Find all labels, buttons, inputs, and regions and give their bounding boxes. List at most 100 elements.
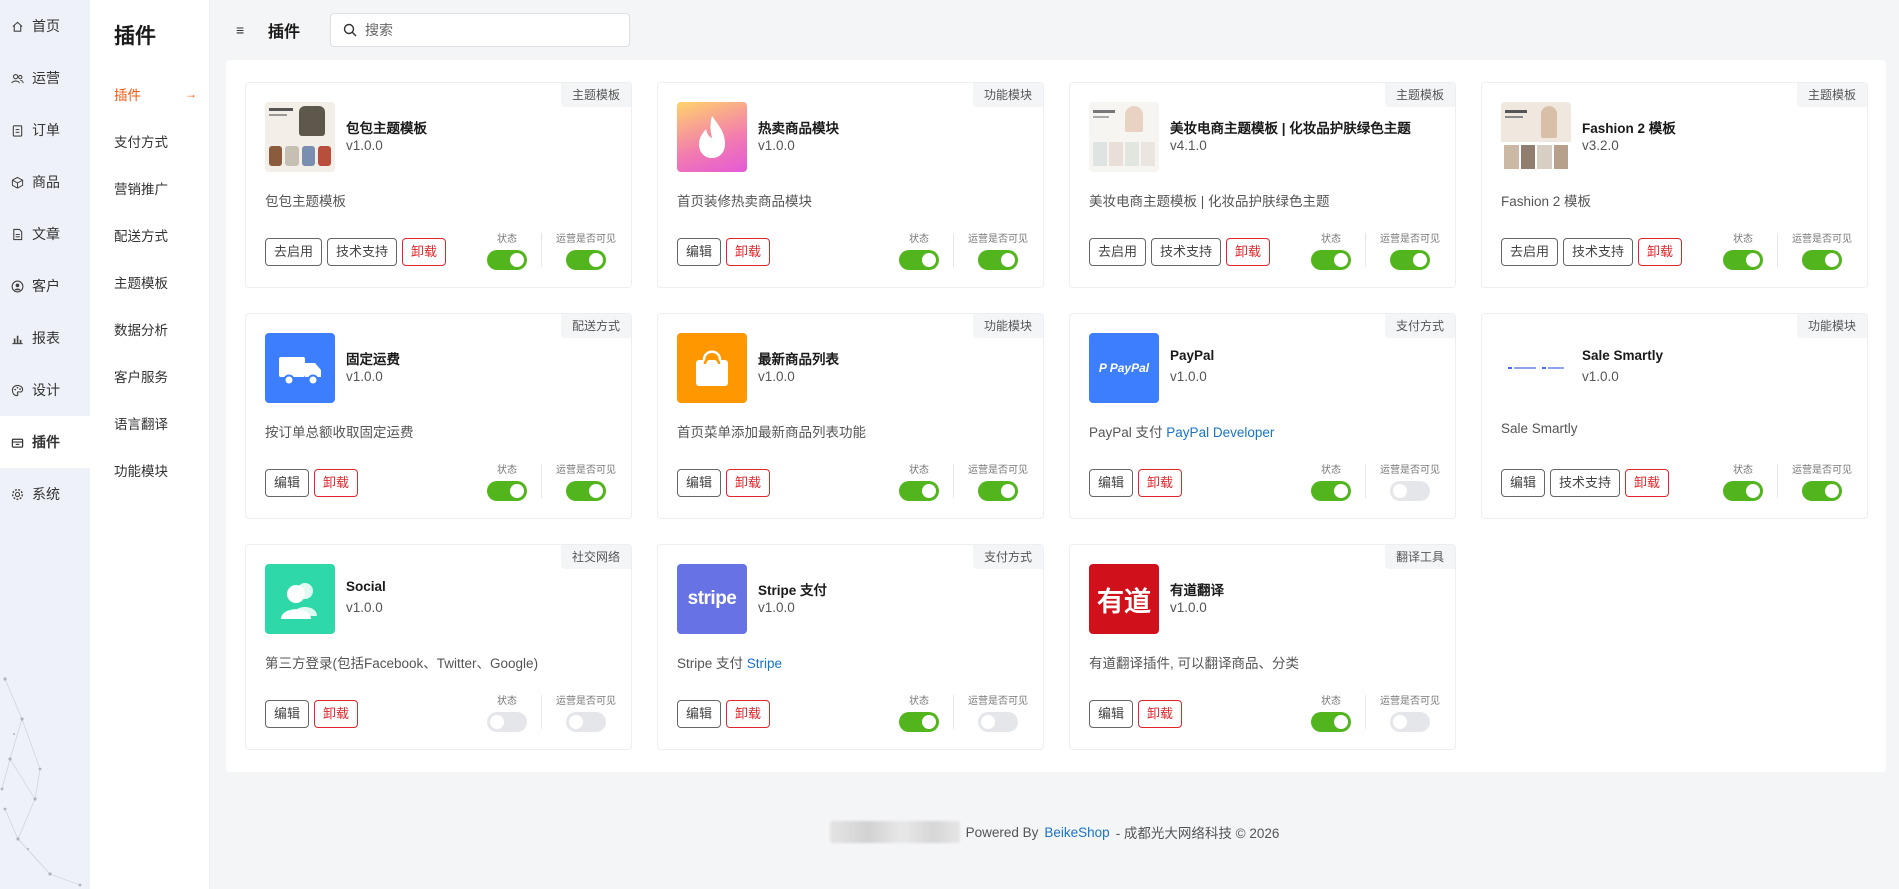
visibility-toggle[interactable] bbox=[566, 481, 606, 501]
primary-action-button[interactable]: 编辑 bbox=[265, 700, 310, 728]
uninstall-button[interactable]: 卸载 bbox=[314, 469, 359, 497]
plugin-card: 社交网络 Social v1.0.0 第三方登录(包括Facebook、Twitter… bbox=[245, 544, 632, 750]
subnav-item-4[interactable]: 主题模板 bbox=[90, 258, 209, 305]
status-toggle[interactable] bbox=[899, 481, 939, 501]
status-label: 状态 bbox=[1733, 465, 1753, 476]
plugin-card: 支付方式 P PayPal PayPal v1.0.0 PayPal 支付 PayPal… bbox=[1069, 313, 1456, 519]
plugin-toggles: 状态 运营是否可见 bbox=[899, 233, 1028, 270]
primary-action-button[interactable]: 去启用 bbox=[265, 238, 323, 266]
plugin-toggles: 状态 运营是否可见 bbox=[487, 695, 616, 732]
subnav-item-0[interactable]: 插件 → bbox=[90, 70, 209, 117]
status-toggle[interactable] bbox=[899, 250, 939, 270]
rail-item-7[interactable]: 设计 bbox=[0, 364, 90, 416]
visibility-label: 运营是否可见 bbox=[1380, 696, 1440, 707]
uninstall-button[interactable]: 卸载 bbox=[402, 238, 447, 266]
support-button[interactable]: 技术支持 bbox=[1151, 238, 1222, 266]
action-buttons: 编辑 卸载 bbox=[677, 469, 771, 497]
rail-item-5[interactable]: 客户 bbox=[0, 260, 90, 312]
support-button[interactable]: 技术支持 bbox=[1563, 238, 1634, 266]
plugin-card: 支付方式 stripe Stripe 支付 v1.0.0 Stripe 支付 Strip… bbox=[657, 544, 1044, 750]
plugin-toggles: 状态 运营是否可见 bbox=[1723, 464, 1852, 501]
rail-item-3[interactable]: 商品 bbox=[0, 156, 90, 208]
plugin-description: Fashion 2 模板 bbox=[1501, 190, 1591, 210]
rail-item-8[interactable]: 插件 bbox=[0, 416, 90, 468]
subnav-item-3[interactable]: 配送方式 bbox=[90, 211, 209, 258]
primary-action-button[interactable]: 编辑 bbox=[1089, 469, 1134, 497]
action-buttons: 编辑 卸载 bbox=[265, 469, 359, 497]
uninstall-button[interactable]: 卸载 bbox=[1625, 469, 1670, 497]
subnav-item-5[interactable]: 数据分析 bbox=[90, 305, 209, 352]
rail-item-9[interactable]: 系统 bbox=[0, 468, 90, 520]
status-toggle[interactable] bbox=[487, 712, 527, 732]
subnav-item-6[interactable]: 客户服务 bbox=[90, 352, 209, 399]
rail-item-1[interactable]: 运营 bbox=[0, 52, 90, 104]
uninstall-button[interactable]: 卸载 bbox=[1138, 700, 1183, 728]
description-text: 有道翻译插件, 可以翻译商品、分类 bbox=[1089, 656, 1300, 671]
primary-action-button[interactable]: 去启用 bbox=[1501, 238, 1559, 266]
plugin-thumbnail bbox=[677, 102, 747, 172]
user-circle-icon bbox=[10, 279, 24, 293]
status-toggle[interactable] bbox=[1311, 481, 1351, 501]
search-icon bbox=[343, 23, 357, 37]
uninstall-button[interactable]: 卸载 bbox=[726, 469, 771, 497]
uninstall-button[interactable]: 卸载 bbox=[1226, 238, 1271, 266]
status-toggle[interactable] bbox=[899, 712, 939, 732]
home-icon bbox=[10, 19, 24, 33]
status-toggle[interactable] bbox=[1723, 481, 1763, 501]
visibility-toggle[interactable] bbox=[1390, 712, 1430, 732]
uninstall-button[interactable]: 卸载 bbox=[314, 700, 359, 728]
status-toggle[interactable] bbox=[1311, 712, 1351, 732]
visibility-label: 运营是否可见 bbox=[556, 696, 616, 707]
plugin-card: 功能模块 热卖商品模块 v1.0.0 首页装修热卖商品模块 编辑 卸载 状态 运营是否可见 bbox=[657, 82, 1044, 288]
status-toggle[interactable] bbox=[1723, 250, 1763, 270]
visibility-toggle[interactable] bbox=[978, 712, 1018, 732]
toggle-divider bbox=[953, 695, 954, 729]
plugin-thumbnail bbox=[265, 564, 335, 634]
rail-item-0[interactable]: 首页 bbox=[0, 0, 90, 52]
description-link[interactable]: PayPal Developer bbox=[1166, 425, 1274, 440]
rail-item-6[interactable]: 报表 bbox=[0, 312, 90, 364]
uninstall-button[interactable]: 卸载 bbox=[1138, 469, 1183, 497]
visibility-toggle[interactable] bbox=[1390, 481, 1430, 501]
description-link[interactable]: Stripe bbox=[747, 656, 782, 671]
primary-action-button[interactable]: 编辑 bbox=[677, 238, 722, 266]
page-title: 插件 bbox=[268, 24, 301, 41]
primary-action-button[interactable]: 编辑 bbox=[677, 469, 722, 497]
visibility-toggle[interactable] bbox=[566, 712, 606, 732]
subnav-item-1[interactable]: 支付方式 bbox=[90, 117, 209, 164]
plugin-name: Fashion 2 模板 bbox=[1582, 121, 1676, 136]
search-input[interactable] bbox=[365, 22, 606, 38]
primary-action-button[interactable]: 去启用 bbox=[1089, 238, 1147, 266]
status-toggle[interactable] bbox=[487, 250, 527, 270]
uninstall-button[interactable]: 卸载 bbox=[726, 238, 771, 266]
category-tag: 支付方式 bbox=[972, 545, 1043, 569]
visibility-toggle[interactable] bbox=[1802, 250, 1842, 270]
visibility-toggle[interactable] bbox=[978, 481, 1018, 501]
visibility-toggle[interactable] bbox=[566, 250, 606, 270]
uninstall-button[interactable]: 卸载 bbox=[1638, 238, 1683, 266]
footer-brand-link[interactable]: BeikeShop bbox=[1044, 825, 1109, 840]
status-toggle[interactable] bbox=[1311, 250, 1351, 270]
menu-toggle-icon[interactable]: ≡ bbox=[236, 22, 256, 38]
rail-item-4[interactable]: 文章 bbox=[0, 208, 90, 260]
primary-action-button[interactable]: 编辑 bbox=[677, 700, 722, 728]
primary-action-button[interactable]: 编辑 bbox=[1501, 469, 1546, 497]
subnav-item-8[interactable]: 功能模块 bbox=[90, 446, 209, 493]
support-button[interactable]: 技术支持 bbox=[327, 238, 398, 266]
subnav-item-2[interactable]: 营销推广 bbox=[90, 164, 209, 211]
uninstall-button[interactable]: 卸载 bbox=[726, 700, 771, 728]
subnav-item-7[interactable]: 语言翻译 bbox=[90, 399, 209, 446]
visibility-toggle[interactable] bbox=[978, 250, 1018, 270]
status-toggle[interactable] bbox=[487, 481, 527, 501]
rail-item-2[interactable]: 订单 bbox=[0, 104, 90, 156]
primary-action-button[interactable]: 编辑 bbox=[1089, 700, 1134, 728]
main-nav-rail: 首页 运营 订单 商品 文章 客户 报表 设计 插件 系统 bbox=[0, 0, 90, 889]
toggle-divider bbox=[1365, 233, 1366, 267]
visibility-toggle[interactable] bbox=[1802, 481, 1842, 501]
plugin-thumbnail: P PayPal bbox=[1089, 333, 1159, 403]
category-tag: 功能模块 bbox=[972, 83, 1043, 107]
plugin-name: Sale Smartly bbox=[1582, 348, 1664, 363]
primary-action-button[interactable]: 编辑 bbox=[265, 469, 310, 497]
support-button[interactable]: 技术支持 bbox=[1550, 469, 1621, 497]
visibility-toggle[interactable] bbox=[1390, 250, 1430, 270]
